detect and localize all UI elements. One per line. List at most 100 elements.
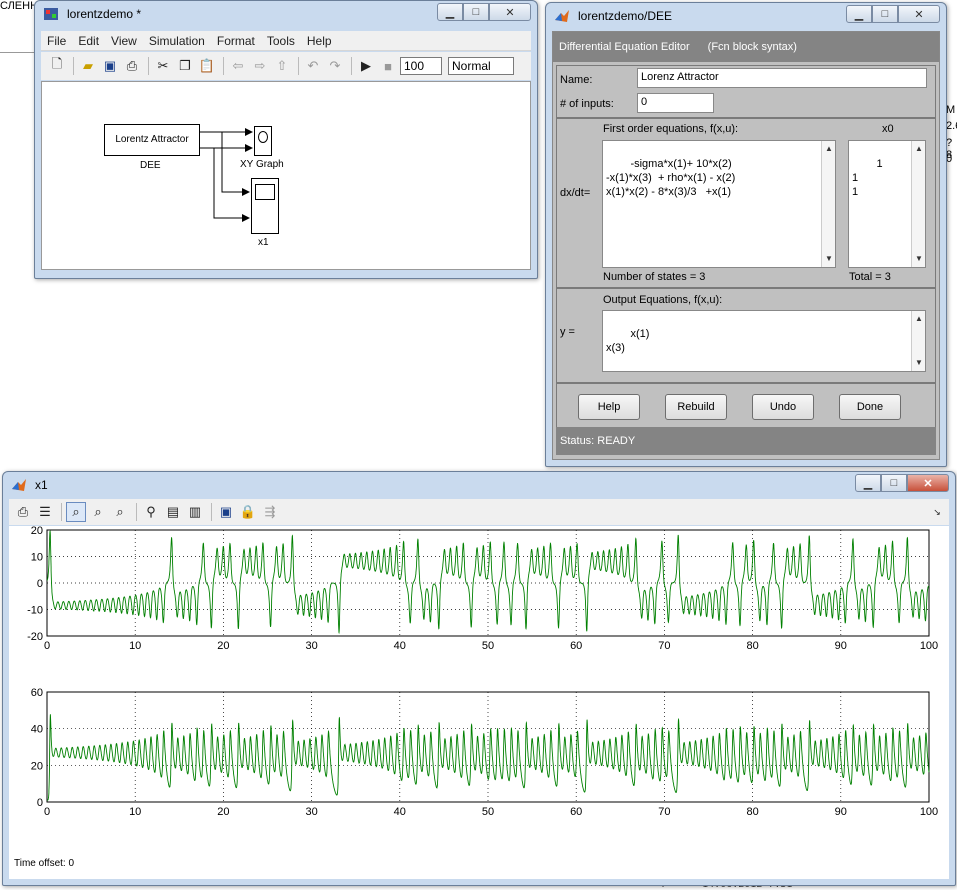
- zoom-x-icon[interactable]: ⌕: [88, 502, 108, 522]
- output-textarea[interactable]: x(1) x(3) ▲ ▼: [602, 310, 926, 372]
- inputs-field[interactable]: 0: [637, 93, 714, 113]
- background-char: М: [946, 104, 956, 116]
- y-tick-label: 60: [31, 687, 43, 699]
- stop-time-input[interactable]: [400, 57, 442, 75]
- name-field[interactable]: Lorenz Attractor: [637, 68, 927, 88]
- minimize-button[interactable]: ▁: [846, 5, 872, 23]
- x0-textarea[interactable]: 1 1 1 ▲ ▼: [848, 140, 926, 268]
- minimize-button[interactable]: ▁: [855, 474, 881, 492]
- y-tick-label: 40: [31, 724, 43, 736]
- title-bar[interactable]: x1: [3, 472, 955, 498]
- y-tick-label: 20: [31, 760, 43, 772]
- minimize-button[interactable]: ▁: [437, 3, 463, 21]
- y-tick-label: 0: [37, 578, 43, 590]
- zoom-icon[interactable]: ⌕: [66, 502, 86, 522]
- maximize-button[interactable]: □: [463, 3, 489, 21]
- toolbar-expand-icon[interactable]: ↘: [927, 502, 947, 522]
- x0-scrollbar[interactable]: ▲ ▼: [911, 141, 925, 267]
- x-tick-label: 10: [129, 640, 141, 652]
- x-tick-label: 80: [746, 806, 758, 818]
- equations-panel: First order equations, f(x,u): x0 dx/dt=…: [556, 118, 936, 288]
- x-tick-label: 100: [920, 640, 938, 652]
- dee-header-title: Differential Equation Editor: [559, 41, 690, 53]
- maximize-button[interactable]: □: [872, 5, 898, 23]
- name-panel: Name: Lorenz Attractor # of inputs: 0: [556, 65, 936, 118]
- equations-textarea[interactable]: -sigma*x(1)+ 10*x(2) -x(1)*x(3) + rho*x(…: [602, 140, 836, 268]
- x-tick-label: 60: [570, 806, 582, 818]
- x-tick-label: 100: [920, 806, 938, 818]
- dxdt-label: dx/dt=: [560, 187, 591, 199]
- signal-select-icon[interactable]: ⇶: [260, 502, 280, 522]
- open-icon[interactable]: ▰: [78, 56, 98, 76]
- parameters-icon[interactable]: ☰: [35, 502, 55, 522]
- model-canvas[interactable]: Lorentz Attractor DEE XY Graph x1: [41, 81, 531, 270]
- zoom-y-icon[interactable]: ⌕: [110, 502, 130, 522]
- signal-lines: [200, 128, 253, 222]
- y-label: y =: [560, 326, 575, 338]
- autoscale-icon[interactable]: ⚲: [141, 502, 161, 522]
- x-tick-label: 30: [305, 640, 317, 652]
- equations-scrollbar[interactable]: ▲ ▼: [821, 141, 835, 267]
- undo-button[interactable]: Undo: [752, 394, 814, 420]
- close-button[interactable]: ✕: [898, 5, 940, 23]
- lock-icon[interactable]: 🔒: [238, 502, 258, 522]
- matlab-icon: [555, 10, 569, 22]
- save-axes-icon[interactable]: ▤: [163, 502, 183, 522]
- new-icon[interactable]: 🗋: [47, 56, 67, 76]
- x-tick-label: 60: [570, 640, 582, 652]
- scope-plots[interactable]: 0 10 20 30 40 50 60 70 80 90 100 -20 -10 0 10 20 0 10 20 30…: [9, 525, 951, 881]
- up-icon[interactable]: ⇧: [272, 56, 292, 76]
- rebuild-button[interactable]: Rebuild: [665, 394, 727, 420]
- print-icon[interactable]: ⎙: [122, 56, 142, 76]
- x-tick-label: 90: [835, 640, 847, 652]
- print-icon[interactable]: ⎙: [13, 502, 33, 522]
- time-offset-label: Time offset: 0: [14, 858, 75, 869]
- done-button[interactable]: Done: [839, 394, 901, 420]
- menu-view[interactable]: View: [105, 34, 143, 48]
- x-tick-label: 80: [746, 640, 758, 652]
- x-tick-label: 10: [129, 806, 141, 818]
- output-scrollbar[interactable]: ▲ ▼: [911, 311, 925, 371]
- undo-icon[interactable]: ↶: [303, 56, 323, 76]
- copy-icon[interactable]: ❐: [175, 56, 195, 76]
- sim-mode-select[interactable]: [448, 57, 514, 75]
- x-tick-label: 20: [217, 640, 229, 652]
- output-panel: Output Equations, f(x,u): y = x(1) x(3) …: [556, 288, 936, 383]
- close-button[interactable]: ✕: [489, 3, 531, 21]
- restore-axes-icon[interactable]: ▥: [185, 502, 205, 522]
- status-text: Status: READY: [560, 435, 636, 447]
- menu-tools[interactable]: Tools: [261, 34, 301, 48]
- menu-edit[interactable]: Edit: [72, 34, 105, 48]
- menu-simulation[interactable]: Simulation: [143, 34, 211, 48]
- y-tick-label: -20: [27, 631, 43, 643]
- toolbar: 🗋 ▰ ▣ ⎙ ✂ ❐ 📋 ⇦ ⇨ ⇧ ↶ ↷ ▶ ■: [41, 52, 531, 80]
- cut-icon[interactable]: ✂: [153, 56, 173, 76]
- menu-bar: File Edit View Simulation Format Tools H…: [41, 31, 531, 51]
- redo-icon[interactable]: ↷: [325, 56, 345, 76]
- y-tick-label: -10: [27, 605, 43, 617]
- x-tick-label: 70: [658, 640, 670, 652]
- x-tick-label: 0: [44, 806, 50, 818]
- close-button[interactable]: ✕: [907, 474, 949, 492]
- save-icon[interactable]: ▣: [100, 56, 120, 76]
- menu-file[interactable]: File: [41, 34, 72, 48]
- stop-icon[interactable]: ■: [378, 56, 398, 76]
- help-button[interactable]: Help: [578, 394, 640, 420]
- play-icon[interactable]: ▶: [356, 56, 376, 76]
- simulink-icon: [44, 8, 58, 20]
- y-tick-label: 0: [37, 797, 43, 809]
- background-char: 0: [946, 153, 953, 165]
- menu-format[interactable]: Format: [211, 34, 261, 48]
- paste-icon[interactable]: 📋: [197, 56, 217, 76]
- y-tick-label: 10: [31, 552, 43, 564]
- float-icon[interactable]: ▣: [216, 502, 236, 522]
- num-states-label: Number of states = 3: [603, 271, 706, 283]
- maximize-button[interactable]: □: [881, 474, 907, 492]
- x-tick-label: 20: [217, 806, 229, 818]
- x-tick-label: 50: [482, 640, 494, 652]
- forward-icon[interactable]: ⇨: [250, 56, 270, 76]
- x-tick-label: 40: [394, 806, 406, 818]
- x-tick-label: 90: [835, 806, 847, 818]
- back-icon[interactable]: ⇦: [228, 56, 248, 76]
- menu-help[interactable]: Help: [301, 34, 338, 48]
